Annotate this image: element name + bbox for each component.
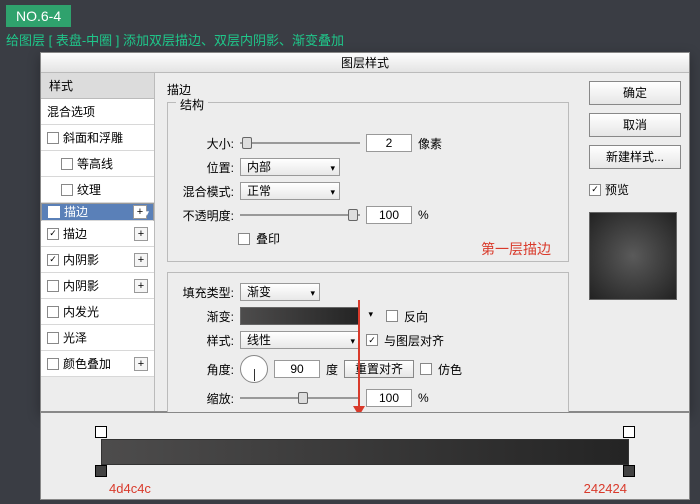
- reverse-checkbox[interactable]: [386, 310, 398, 322]
- size-slider[interactable]: [240, 136, 360, 150]
- filltype-label: 填充类型:: [178, 284, 234, 301]
- style-checkbox[interactable]: [47, 254, 59, 266]
- position-label: 位置:: [178, 159, 234, 176]
- panel-title: 描边: [167, 81, 569, 98]
- fill-group: 填充类型: 渐变 渐变: 反向 样式: 线性 与图层对齐 角度:: [167, 272, 569, 422]
- scale-slider[interactable]: [240, 391, 360, 405]
- opacity-label: 不透明度:: [178, 207, 234, 224]
- annotation-first-stroke: 第一层描边: [481, 239, 551, 259]
- overprint-checkbox[interactable]: [238, 233, 250, 245]
- style-item[interactable]: 内阴影+: [41, 247, 154, 273]
- size-input[interactable]: 2: [366, 134, 412, 152]
- style-item[interactable]: 内阴影+: [41, 273, 154, 299]
- color-stop-right[interactable]: [623, 465, 635, 477]
- size-label: 大小:: [178, 135, 234, 152]
- gradient-editor: 4d4c4c 242424: [40, 412, 690, 500]
- dialog-title: 图层样式: [41, 53, 689, 73]
- dialog-buttons: 确定 取消 新建样式... 预览: [581, 73, 689, 411]
- filltype-select[interactable]: 渐变: [240, 283, 320, 301]
- add-effect-button[interactable]: +: [134, 227, 148, 241]
- add-effect-button[interactable]: +: [134, 279, 148, 293]
- blendmode-select[interactable]: 正常: [240, 182, 340, 200]
- new-style-button[interactable]: 新建样式...: [589, 145, 681, 169]
- styles-list: 样式 混合选项 斜面和浮雕等高线纹理描边+描边+内阴影+内阴影+内发光光泽颜色叠…: [41, 73, 155, 411]
- style-preview: [589, 212, 677, 300]
- style-item[interactable]: 等高线: [41, 151, 154, 177]
- style-checkbox[interactable]: [47, 132, 59, 144]
- styles-header[interactable]: 样式: [41, 73, 154, 99]
- scale-label: 缩放:: [178, 390, 234, 407]
- style-checkbox[interactable]: [61, 158, 73, 170]
- style-checkbox[interactable]: [61, 184, 73, 196]
- style-checkbox[interactable]: [47, 332, 59, 344]
- angle-input[interactable]: 90: [274, 360, 320, 378]
- angle-wheel[interactable]: [240, 355, 268, 383]
- reset-align-button[interactable]: 重置对齐: [344, 360, 414, 378]
- opacity-stop-left[interactable]: [95, 426, 107, 438]
- style-checkbox[interactable]: [47, 306, 59, 318]
- opacity-slider[interactable]: [240, 208, 360, 222]
- blendmode-label: 混合模式:: [178, 183, 234, 200]
- stroke-panel: 描边 结构 大小: 2 像素 位置: 内部 混合模式: 正常: [155, 73, 581, 411]
- angle-label: 角度:: [178, 361, 234, 378]
- step-subtitle: 给图层 [ 表盘-中圈 ] 添加双层描边、双层内阴影、渐变叠加: [6, 30, 344, 49]
- gradstyle-select[interactable]: 线性: [240, 331, 360, 349]
- dither-checkbox[interactable]: [420, 363, 432, 375]
- style-item[interactable]: 描边+: [41, 203, 154, 221]
- style-item[interactable]: 斜面和浮雕: [41, 125, 154, 151]
- style-item[interactable]: 内发光: [41, 299, 154, 325]
- style-checkbox[interactable]: [47, 228, 59, 240]
- add-effect-button[interactable]: +: [134, 253, 148, 267]
- style-checkbox[interactable]: [47, 280, 59, 292]
- add-effect-button[interactable]: +: [133, 205, 147, 219]
- align-checkbox[interactable]: [366, 334, 378, 346]
- cancel-button[interactable]: 取消: [589, 113, 681, 137]
- style-item[interactable]: 纹理: [41, 177, 154, 203]
- style-checkbox[interactable]: [47, 358, 59, 370]
- add-effect-button[interactable]: +: [134, 357, 148, 371]
- preview-checkbox[interactable]: [589, 184, 601, 196]
- gradient-bar[interactable]: [101, 439, 629, 465]
- layer-style-dialog: 图层样式 样式 混合选项 斜面和浮雕等高线纹理描边+描边+内阴影+内阴影+内发光…: [40, 52, 690, 412]
- style-item[interactable]: 光泽: [41, 325, 154, 351]
- ok-button[interactable]: 确定: [589, 81, 681, 105]
- gradient-label: 渐变:: [178, 308, 234, 325]
- opacity-input[interactable]: 100: [366, 206, 412, 224]
- style-item[interactable]: 颜色叠加+: [41, 351, 154, 377]
- opacity-stop-right[interactable]: [623, 426, 635, 438]
- structure-group: 结构 大小: 2 像素 位置: 内部 混合模式: 正常 不透明度:: [167, 102, 569, 262]
- style-item[interactable]: 描边+: [41, 221, 154, 247]
- color-right-label: 242424: [584, 481, 627, 496]
- color-stop-left[interactable]: [95, 465, 107, 477]
- gradstyle-label: 样式:: [178, 332, 234, 349]
- annotation-arrow: [358, 300, 360, 408]
- gradient-swatch[interactable]: [240, 307, 360, 325]
- style-checkbox[interactable]: [48, 206, 60, 218]
- step-tag: NO.6-4: [6, 5, 71, 27]
- color-left-label: 4d4c4c: [109, 481, 151, 496]
- blend-options-row[interactable]: 混合选项: [41, 99, 154, 125]
- position-select[interactable]: 内部: [240, 158, 340, 176]
- scale-input[interactable]: 100: [366, 389, 412, 407]
